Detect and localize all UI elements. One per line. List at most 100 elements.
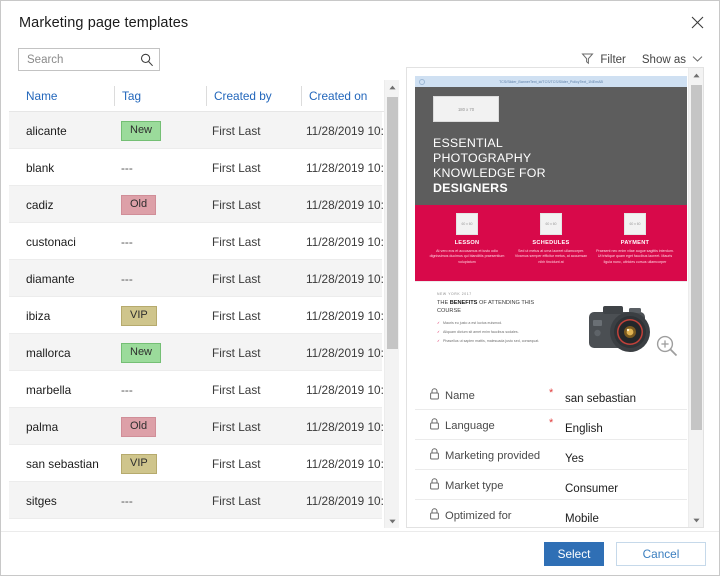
preview-scrollbar[interactable] <box>688 68 703 527</box>
column-divider[interactable] <box>301 86 302 106</box>
table-row[interactable]: marbella --- First Last 11/28/2019 10:... <box>9 371 386 408</box>
property-label: Marketing provided <box>429 448 540 463</box>
tag-empty: --- <box>121 160 133 175</box>
table-row[interactable]: san sebastian VIP First Last 11/28/2019 10:… <box>9 445 386 482</box>
benefits-image <box>561 292 683 364</box>
feature-body: Sed ut metus at urna laoreet ullamcorper… <box>514 249 588 264</box>
status-badge: New <box>121 120 162 141</box>
cell-created-by: First Last <box>212 234 261 249</box>
benefits-eyebrow: NEW YORK 2017 <box>437 292 472 296</box>
scroll-down-arrow-icon[interactable] <box>385 514 400 528</box>
property-row[interactable]: Marketing provided Yes <box>415 440 687 470</box>
benefits-bullet-text: Phasellus ut sapien mattis, malesuada ju… <box>443 338 540 343</box>
chevron-glyph <box>692 56 703 62</box>
property-value: Yes <box>565 453 584 465</box>
scroll-up-arrow-icon[interactable] <box>385 80 400 94</box>
property-row[interactable]: Market type Consumer <box>415 470 687 500</box>
status-badge: New <box>121 342 162 363</box>
table-row[interactable]: palma Old First Last 11/28/2019 10:... <box>9 408 386 445</box>
table-row[interactable]: cadiz Old First Last 11/28/2019 10:... <box>9 186 386 223</box>
table-row[interactable]: alicante New First Last 11/28/2019 10:... <box>9 112 386 149</box>
cell-tag: Old <box>121 408 209 445</box>
preview-scroll-thumb[interactable] <box>691 85 702 430</box>
property-label-text: Name <box>445 389 475 402</box>
lock-glyph <box>430 508 439 520</box>
benefits-bullet-text: Aliquam dictum sit amet enim faucibus so… <box>443 329 519 334</box>
lock-icon <box>429 388 440 403</box>
cell-name: marbella <box>26 382 72 397</box>
cell-tag: --- <box>121 223 209 260</box>
caret-down-glyph <box>389 519 396 523</box>
cell-name: sitges <box>26 493 57 508</box>
property-label: Optimized for <box>429 508 512 523</box>
column-header-created-by[interactable]: Created by <box>214 89 272 103</box>
cell-created-on: 11/28/2019 10:... <box>306 493 386 508</box>
benefits-bullet: ✓ Mauris eu justo a est luctus euismod. <box>437 321 555 326</box>
cell-tag: VIP <box>121 297 209 334</box>
cell-name: ibiza <box>26 308 51 323</box>
filter-funnel-icon <box>581 52 594 68</box>
scroll-down-arrow-icon[interactable] <box>689 513 703 527</box>
search-icon[interactable] <box>139 52 155 68</box>
table-row[interactable]: custonaci --- First Last 11/28/2019 10:... <box>9 223 386 260</box>
table-row[interactable]: blank --- First Last 11/28/2019 10:... <box>9 149 386 186</box>
column-header-tag[interactable]: Tag <box>122 89 141 103</box>
cell-name: cadiz <box>26 197 54 212</box>
column-header-name[interactable]: Name <box>26 89 57 103</box>
feature-heading: LESSON <box>454 240 480 246</box>
table-row[interactable]: sitges --- First Last 11/28/2019 10:... <box>9 482 386 519</box>
property-row[interactable]: Language * English <box>415 410 687 440</box>
list-scrollbar[interactable] <box>384 80 399 528</box>
cell-name: palma <box>26 419 59 434</box>
cell-tag: --- <box>121 149 209 186</box>
dialog-footer: Select Cancel <box>1 531 719 575</box>
cell-created-by: First Last <box>212 345 261 360</box>
template-thumbnail[interactable]: TCS/Slider_BannerText_id/TCS/TCS/Slider_… <box>415 76 687 376</box>
table-row[interactable]: mallorca New First Last 11/28/2019 10:... <box>9 334 386 371</box>
cell-created-on: 11/28/2019 10:... <box>306 197 386 212</box>
show-as-button[interactable]: Show as <box>634 52 711 68</box>
property-label: Language <box>429 418 495 433</box>
logo-placeholder: 180 x 70 <box>433 96 499 122</box>
search-box[interactable] <box>18 48 160 71</box>
scroll-up-arrow-icon[interactable] <box>689 68 703 82</box>
thumbnail-url-text: TCS/Slider_BannerText_id/TCS/TCS/Slider_… <box>499 79 603 84</box>
property-label-text: Optimized for <box>445 509 512 522</box>
feature-heading: PAYMENT <box>620 240 650 246</box>
column-divider[interactable] <box>206 86 207 106</box>
status-badge: VIP <box>121 305 157 326</box>
template-properties: Name * san sebastian Language * English Market… <box>415 380 687 527</box>
property-row[interactable]: Name * san sebastian <box>415 380 687 410</box>
lock-icon <box>429 418 440 433</box>
hero-line-1: ESSENTIAL <box>433 136 503 150</box>
close-icon[interactable] <box>677 6 717 38</box>
property-row[interactable]: Optimized for Mobile <box>415 500 687 527</box>
hero-headline: ESSENTIAL PHOTOGRAPHY KNOWLEDGE FOR DESI… <box>433 136 687 196</box>
table-row[interactable]: ibiza VIP First Last 11/28/2019 10:... <box>9 297 386 334</box>
select-button[interactable]: Select <box>544 542 604 566</box>
cell-tag: VIP <box>121 445 209 482</box>
benefits-title-bold: BENEFITS <box>449 300 478 306</box>
column-divider[interactable] <box>114 86 115 106</box>
property-value: Mobile <box>565 513 599 525</box>
search-input[interactable] <box>19 49 137 70</box>
cell-created-by: First Last <box>212 271 261 286</box>
thumbnail-feature-band: 60 x 60 LESSON At vero eos et accusamus … <box>415 205 687 281</box>
lock-icon <box>429 478 440 493</box>
column-header-created-on[interactable]: Created on <box>309 89 367 103</box>
cell-created-by: First Last <box>212 197 261 212</box>
cancel-button[interactable]: Cancel <box>616 542 706 566</box>
list-scroll-thumb[interactable] <box>387 97 398 349</box>
check-icon: ✓ <box>437 338 441 343</box>
feature-column: 60 x 60 SCHEDULES Sed ut metus at urna l… <box>512 213 590 281</box>
required-indicator: * <box>549 417 554 429</box>
cell-tag: New <box>121 112 209 149</box>
feature-image-placeholder: 60 x 60 <box>624 213 646 235</box>
cell-created-by: First Last <box>212 123 261 138</box>
cell-name: alicante <box>26 123 67 138</box>
table-row[interactable]: diamante --- First Last 11/28/2019 10:... <box>9 260 386 297</box>
cell-created-on: 11/28/2019 10:... <box>306 419 386 434</box>
check-icon: ✓ <box>437 321 441 326</box>
preview-panel: TCS/Slider_BannerText_id/TCS/TCS/Slider_… <box>406 67 704 528</box>
magnifier-zoom-icon[interactable] <box>655 334 679 358</box>
